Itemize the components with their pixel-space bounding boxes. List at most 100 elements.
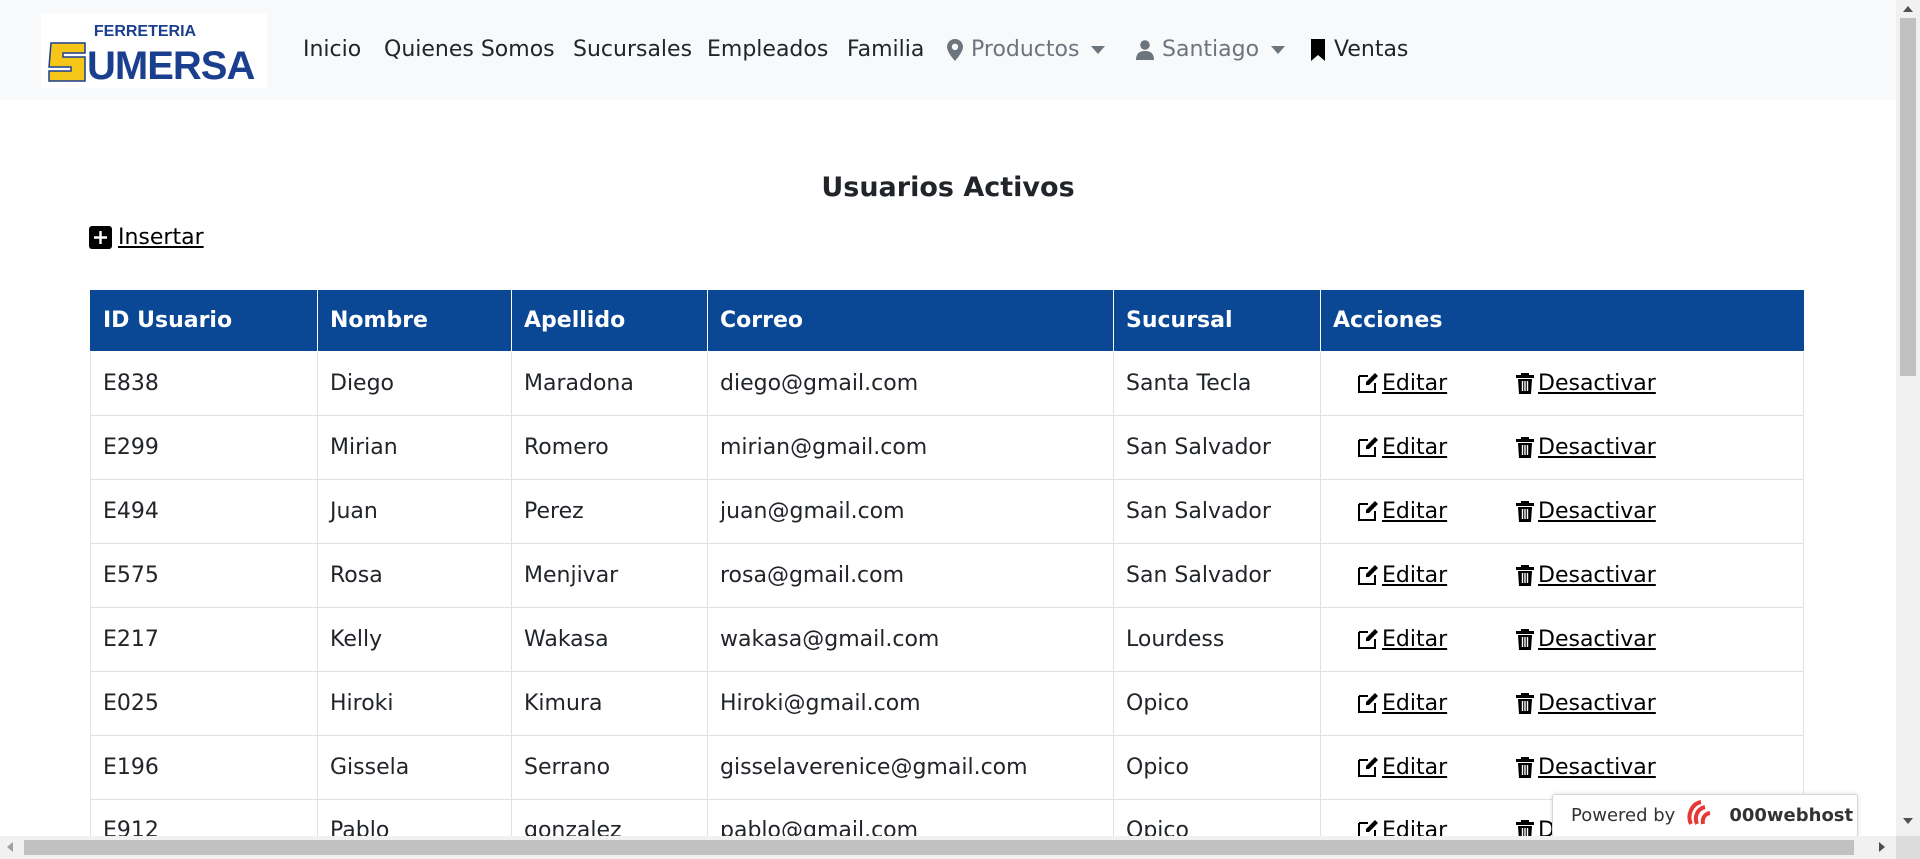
nav-ventas-label: Ventas	[1334, 37, 1409, 62]
cell-apellido: Kimura	[511, 670, 708, 736]
logo-text-top: FERRETERIA	[94, 23, 197, 40]
deactivate-label: Desactivar	[1538, 690, 1656, 716]
scroll-right-arrow-icon[interactable]	[1879, 842, 1885, 852]
trash-icon	[1515, 436, 1535, 458]
cell-nombre: Kelly	[317, 606, 512, 672]
edit-label: Editar	[1382, 626, 1448, 652]
cell-sucursal: Opico	[1113, 798, 1321, 836]
cell-id: E575	[90, 542, 318, 608]
nav-ventas[interactable]: Ventas	[1310, 34, 1408, 66]
table-row: E217 Kelly Wakasa wakasa@gmail.com Lourdess …	[90, 606, 1804, 672]
edit-label: Editar	[1382, 690, 1448, 716]
edit-label: Editar	[1382, 754, 1448, 780]
edit-button[interactable]: Editar	[1357, 435, 1515, 460]
cell-correo: wakasa@gmail.com	[707, 606, 1114, 672]
brand-logo[interactable]: FERRETERIA UMERSA	[41, 13, 267, 88]
deactivate-label: Desactivar	[1538, 370, 1656, 396]
cell-sucursal: San Salvador	[1113, 542, 1321, 608]
webhost-name: 000webhost	[1729, 805, 1854, 826]
nav-user-label: Santiago	[1162, 37, 1260, 62]
scroll-up-arrow-icon[interactable]	[1903, 6, 1913, 12]
col-header-acciones: Acciones	[1320, 290, 1804, 352]
col-header-correo: Correo	[707, 290, 1114, 352]
webhost-badge[interactable]: Powered by 000webhost	[1552, 794, 1858, 837]
edit-button[interactable]: Editar	[1357, 755, 1515, 780]
nav-quienes-somos[interactable]: Quienes Somos	[384, 34, 555, 66]
cell-correo: diego@gmail.com	[707, 350, 1114, 416]
edit-button[interactable]: Editar	[1357, 691, 1515, 716]
chevron-down-icon	[1091, 46, 1106, 54]
nav-productos-dropdown[interactable]: Productos	[947, 34, 1106, 66]
insert-label: Insertar	[118, 225, 204, 250]
deactivate-button[interactable]: Desactivar	[1515, 691, 1656, 716]
edit-label: Editar	[1382, 370, 1448, 396]
trash-icon	[1515, 628, 1535, 650]
cell-nombre: Rosa	[317, 542, 512, 608]
edit-button[interactable]: Editar	[1357, 818, 1515, 836]
deactivate-button[interactable]: Desactivar	[1515, 499, 1656, 524]
table-row: E196 Gissela Serrano gisselaverenice@gmail.…	[90, 734, 1804, 800]
cell-id: E299	[90, 414, 318, 480]
row-actions: Editar Desactivar	[1333, 627, 1791, 652]
deactivate-button[interactable]: Desactivar	[1515, 755, 1656, 780]
cell-id: E025	[90, 670, 318, 736]
col-header-nombre: Nombre	[317, 290, 512, 352]
nav-inicio[interactable]: Inicio	[303, 34, 361, 66]
powered-by-label: Powered by	[1571, 805, 1676, 826]
scroll-down-arrow-icon[interactable]	[1903, 818, 1913, 824]
row-actions: Editar Desactivar	[1333, 691, 1791, 716]
nav-empleados[interactable]: Empleados	[707, 34, 828, 66]
trash-icon	[1515, 500, 1535, 522]
cell-id: E912	[90, 798, 318, 836]
cell-sucursal: Santa Tecla	[1113, 350, 1321, 416]
scrollbar-corner	[1896, 836, 1920, 859]
vertical-scrollbar[interactable]	[1896, 0, 1920, 836]
insert-link[interactable]: Insertar	[89, 225, 204, 250]
table-header-row: ID Usuario Nombre Apellido Correo Sucurs…	[90, 290, 1804, 352]
deactivate-label: Desactivar	[1538, 754, 1656, 780]
edit-icon	[1357, 372, 1379, 394]
scroll-left-arrow-icon[interactable]	[7, 842, 13, 852]
nav-user-dropdown[interactable]: Santiago	[1136, 34, 1286, 66]
deactivate-button[interactable]: Desactivar	[1515, 563, 1656, 588]
cell-correo: pablo@gmail.com	[707, 798, 1114, 836]
horizontal-scrollbar[interactable]	[0, 836, 1896, 859]
page-title: Usuarios Activos	[821, 172, 1075, 203]
cell-correo: mirian@gmail.com	[707, 414, 1114, 480]
cell-id: E838	[90, 350, 318, 416]
cell-nombre: Diego	[317, 350, 512, 416]
cell-acciones: Editar Desactivar	[1320, 414, 1804, 480]
navbar: FERRETERIA UMERSA Inicio Quienes Somos S…	[0, 0, 1896, 100]
logo-text-main: UMERSA	[87, 44, 254, 88]
trash-icon	[1515, 564, 1535, 586]
horizontal-scroll-thumb[interactable]	[24, 840, 1854, 855]
nav-sucursales[interactable]: Sucursales	[573, 34, 692, 66]
table-row: E838 Diego Maradona diego@gmail.com Santa Te…	[90, 350, 1804, 416]
cell-apellido: Serrano	[511, 734, 708, 800]
cell-nombre: Juan	[317, 478, 512, 544]
edit-icon	[1357, 628, 1379, 650]
vertical-scroll-thumb[interactable]	[1900, 18, 1916, 376]
cell-correo: rosa@gmail.com	[707, 542, 1114, 608]
cell-nombre: Pablo	[317, 798, 512, 836]
row-actions: Editar Desactivar	[1333, 499, 1791, 524]
cell-acciones: Editar Desactivar	[1320, 606, 1804, 672]
edit-icon	[1357, 756, 1379, 778]
edit-button[interactable]: Editar	[1357, 499, 1515, 524]
edit-button[interactable]: Editar	[1357, 371, 1515, 396]
edit-button[interactable]: Editar	[1357, 627, 1515, 652]
table-row: E912 Pablo gonzalez pablo@gmail.com Opico Ed…	[90, 798, 1804, 836]
deactivate-button[interactable]: Desactivar	[1515, 435, 1656, 460]
trash-icon	[1515, 372, 1535, 394]
edit-label: Editar	[1382, 562, 1448, 588]
edit-icon	[1357, 819, 1379, 836]
deactivate-button[interactable]: Desactivar	[1515, 627, 1656, 652]
edit-button[interactable]: Editar	[1357, 563, 1515, 588]
cell-apellido: Romero	[511, 414, 708, 480]
cell-sucursal: San Salvador	[1113, 478, 1321, 544]
edit-icon	[1357, 564, 1379, 586]
nav-familia[interactable]: Familia	[847, 34, 924, 66]
trash-icon	[1515, 692, 1535, 714]
cell-nombre: Hiroki	[317, 670, 512, 736]
deactivate-button[interactable]: Desactivar	[1515, 371, 1656, 396]
